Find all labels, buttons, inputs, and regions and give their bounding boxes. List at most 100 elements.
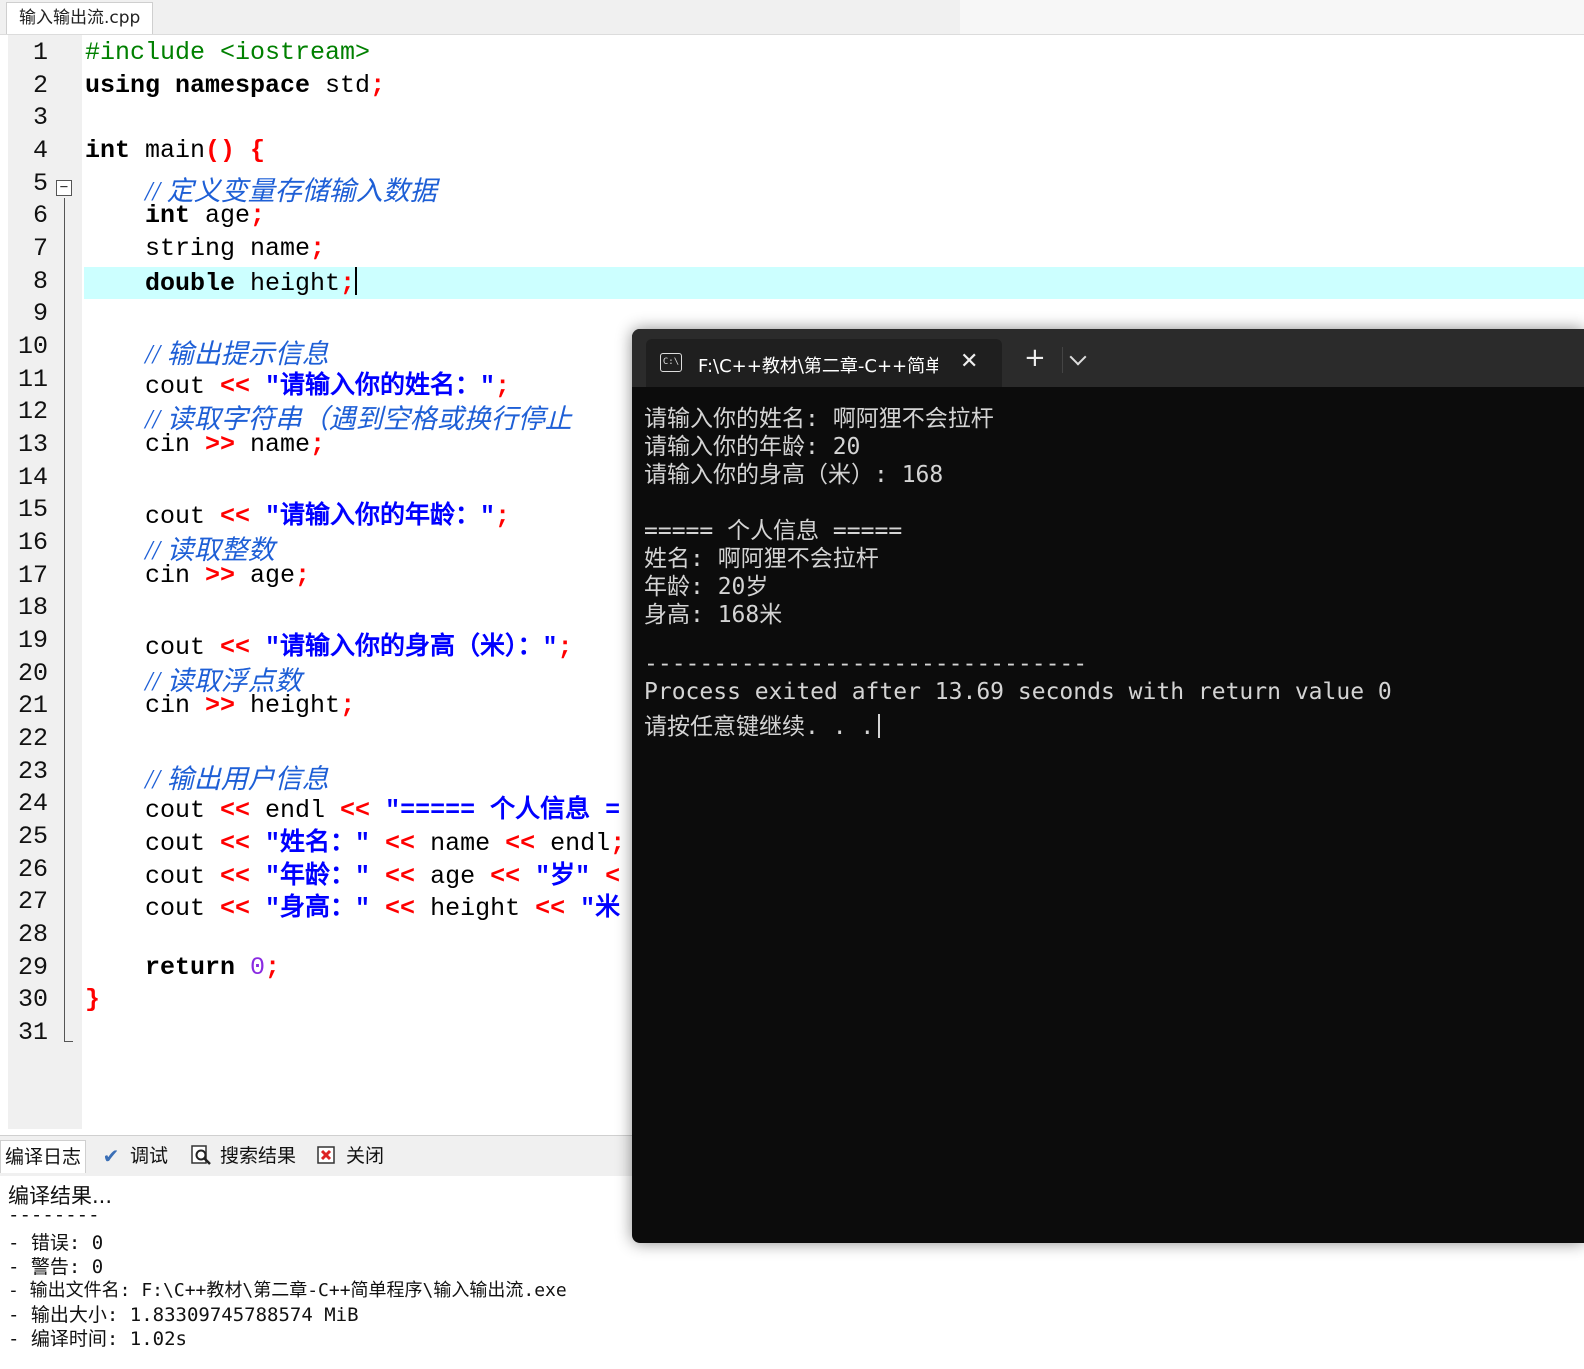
code-line-11: cout << "请输入你的姓名："; bbox=[85, 365, 510, 401]
log-line: - 编译时间: 1.02s bbox=[8, 1328, 187, 1350]
terminal-window[interactable]: C:\ F:\C++教材\第二章-C++简单程 ✕ + 请输入你的姓名: 啊阿狸… bbox=[632, 329, 1584, 1243]
collapse-icon[interactable]: − bbox=[56, 180, 72, 196]
line-number: 13 bbox=[17, 430, 48, 459]
line-number: 9 bbox=[32, 299, 48, 328]
close-panel-icon bbox=[314, 1144, 340, 1168]
line-number: 4 bbox=[32, 136, 48, 165]
line-number: 24 bbox=[17, 789, 48, 818]
code-line-15: cout << "请输入你的年龄："; bbox=[85, 495, 510, 531]
line-number: 30 bbox=[17, 985, 48, 1014]
identifier: cout bbox=[145, 894, 221, 923]
identifier: endl bbox=[250, 796, 341, 825]
semicolon: ; bbox=[557, 633, 573, 662]
file-tab-strip: 输入输出流.cpp bbox=[0, 0, 1584, 35]
semicolon: ; bbox=[310, 234, 326, 263]
code-line-24: cout << endl << "===== 个人信息 = bbox=[85, 789, 620, 825]
terminal-line: 请输入你的身高（米）: 168 bbox=[644, 462, 944, 488]
log-line: -------- bbox=[8, 1204, 100, 1226]
line-number: 11 bbox=[17, 365, 48, 394]
terminal-tab-title: F:\C++教材\第二章-C++简单程 bbox=[698, 356, 938, 377]
code-line-30: } bbox=[85, 985, 100, 1014]
line-number: 5 bbox=[32, 169, 48, 198]
console-icon: C:\ bbox=[660, 353, 682, 372]
close-icon[interactable]: ✕ bbox=[960, 349, 978, 374]
tab-close[interactable]: 关闭 bbox=[314, 1140, 384, 1172]
tab-debug[interactable]: ✔ 调试 bbox=[98, 1140, 168, 1172]
identifier: age bbox=[190, 201, 251, 230]
code-line-26: cout << "年龄：" << age << "岁" < bbox=[85, 855, 620, 891]
keyword: double bbox=[145, 269, 236, 298]
string-literal: "米 bbox=[565, 894, 621, 923]
compile-log[interactable]: 编译结果... -------- - 错误: 0 - 警告: 0 - 输出文件名… bbox=[0, 1176, 640, 1369]
terminal-line: 身高: 168米 bbox=[644, 602, 783, 628]
code-line-2: using namespace std; bbox=[85, 71, 385, 100]
identifier: height bbox=[235, 691, 341, 720]
identifier: cin bbox=[145, 430, 206, 459]
string-literal: "姓名：" bbox=[250, 829, 386, 858]
chevron-down-icon[interactable] bbox=[1069, 348, 1087, 366]
line-number: 2 bbox=[32, 71, 48, 100]
operator: << bbox=[220, 633, 251, 662]
line-number: 22 bbox=[17, 724, 48, 753]
identifier: std bbox=[310, 71, 371, 100]
line-number: 19 bbox=[17, 626, 48, 655]
operator: << bbox=[505, 829, 536, 858]
line-number: 3 bbox=[32, 103, 48, 132]
semicolon: ; bbox=[370, 71, 386, 100]
bottom-panel-tabs: 编译日志 ✔ 调试 搜索结果 关闭 bbox=[0, 1135, 640, 1176]
terminal-line: 请按任意键继续. . . bbox=[644, 714, 875, 740]
semicolon: ; bbox=[340, 691, 356, 720]
code-line-7: string name; bbox=[85, 234, 325, 263]
line-number: 10 bbox=[17, 332, 48, 361]
parentheses: () bbox=[205, 136, 236, 165]
tab-strip-background bbox=[960, 0, 1584, 34]
divider bbox=[1062, 347, 1063, 373]
identifier: name bbox=[235, 430, 311, 459]
tab-search-results[interactable]: 搜索结果 bbox=[188, 1140, 296, 1172]
string-literal: "请输入你的身高（米）：" bbox=[250, 633, 558, 662]
code-line-27: cout << "身高：" << height << "米 bbox=[85, 887, 620, 923]
operator: >> bbox=[205, 561, 236, 590]
identifier: cout bbox=[145, 829, 221, 858]
line-number: 20 bbox=[17, 659, 48, 688]
keyword: int bbox=[145, 201, 191, 230]
semicolon: ; bbox=[495, 502, 511, 531]
log-line: - 输出文件名: F:\C++教材\第二章-C++简单程序\输入输出流.exe bbox=[8, 1280, 567, 1301]
checkmark-icon: ✔ bbox=[102, 1144, 120, 1168]
string-literal: "请输入你的年龄：" bbox=[250, 502, 496, 531]
terminal-line: -------------------------------- bbox=[644, 651, 1088, 677]
terminal-tab[interactable]: C:\ F:\C++教材\第二章-C++简单程 ✕ bbox=[646, 339, 1002, 387]
fold-end-marker bbox=[64, 1025, 73, 1042]
tab-label: 调试 bbox=[130, 1145, 169, 1167]
terminal-line: Process exited after 13.69 seconds with … bbox=[644, 679, 1392, 705]
identifier: cin bbox=[145, 691, 206, 720]
line-number: 26 bbox=[17, 855, 48, 884]
tab-label: 编译日志 bbox=[5, 1146, 82, 1168]
operator: << bbox=[340, 796, 371, 825]
file-tab[interactable]: 输入输出流.cpp bbox=[6, 2, 154, 34]
new-tab-button[interactable]: + bbox=[1024, 345, 1046, 371]
line-number: 25 bbox=[17, 822, 48, 851]
search-results-icon bbox=[188, 1144, 214, 1168]
operator: << bbox=[220, 894, 251, 923]
keyword: using namespace bbox=[85, 71, 311, 100]
line-number: 1 bbox=[32, 38, 48, 67]
code-line-1: #include <iostream> bbox=[85, 38, 370, 67]
log-line: - 警告: 0 bbox=[8, 1256, 104, 1278]
tab-compile-log[interactable]: 编译日志 bbox=[0, 1140, 87, 1173]
identifier: age bbox=[235, 561, 296, 590]
code-line-21: cin >> height; bbox=[85, 691, 355, 720]
line-number: 29 bbox=[17, 953, 48, 982]
semicolon: ; bbox=[250, 201, 266, 230]
line-number: 6 bbox=[32, 201, 48, 230]
operator: >> bbox=[205, 430, 236, 459]
code-line-19: cout << "请输入你的身高（米）："; bbox=[85, 626, 573, 662]
code-line-17: cin >> age; bbox=[85, 561, 310, 590]
operator: << bbox=[535, 894, 566, 923]
log-line: - 错误: 0 bbox=[8, 1232, 104, 1254]
line-number: 7 bbox=[32, 234, 48, 263]
line-number: 21 bbox=[17, 691, 48, 720]
line-number: 8 bbox=[32, 267, 48, 296]
line-number: 15 bbox=[17, 495, 48, 524]
tab-label: 关闭 bbox=[346, 1145, 385, 1167]
